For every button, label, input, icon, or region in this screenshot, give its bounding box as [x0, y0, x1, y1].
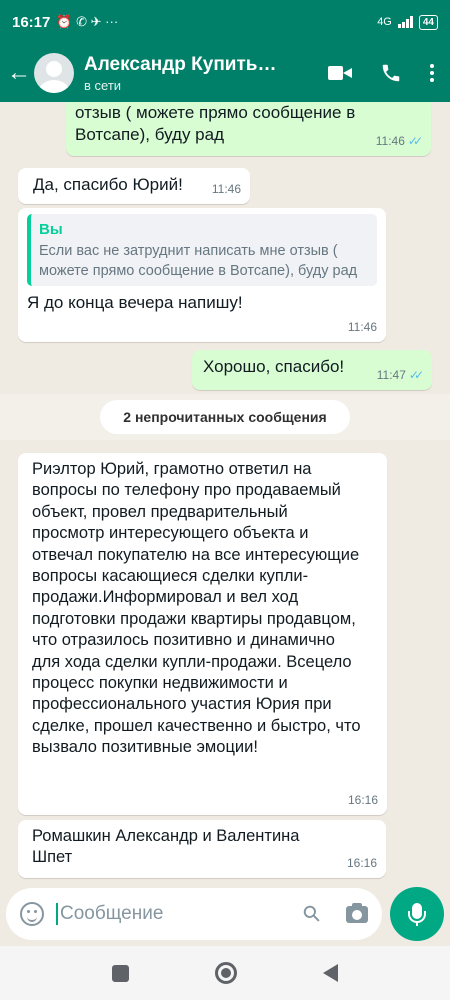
camera-icon[interactable]: [346, 902, 368, 923]
chat-header: ← Александр Купить… в сети: [0, 44, 450, 102]
voice-message-button[interactable]: [390, 887, 444, 941]
presence-status: в сети: [84, 77, 122, 93]
signal-icon: [397, 16, 413, 28]
message-time: 11:46: [347, 320, 377, 334]
unread-divider: 2 непрочитанных сообщения: [100, 400, 350, 434]
message-time: 16:16: [347, 792, 378, 807]
read-ticks-icon: ✓✓: [408, 368, 424, 382]
message-input[interactable]: [56, 903, 276, 925]
message-bubble[interactable]: Вы Если вас не затруднит написать мне от…: [18, 208, 386, 342]
message-text: Ромашкин Александр и Валентина Шпет: [32, 827, 300, 866]
recent-apps-icon[interactable]: [112, 964, 129, 982]
battery-icon: 44: [418, 14, 438, 30]
paperclip-icon[interactable]: ⚲: [297, 899, 327, 929]
message-bubble[interactable]: Да, спасибо Юрий! 11:46: [18, 168, 250, 204]
quoted-message[interactable]: Вы Если вас не затруднит написать мне от…: [27, 214, 377, 286]
quote-author: Вы: [39, 221, 63, 238]
phone-call-icon[interactable]: [380, 62, 402, 84]
network-type: 4G: [377, 16, 392, 28]
message-text: Я до конца вечера напишу!: [27, 293, 243, 312]
message-text: Да, спасибо Юрий!: [33, 175, 183, 194]
message-time: 16:16: [346, 856, 377, 870]
back-triangle-icon[interactable]: [323, 964, 338, 982]
emoji-icon[interactable]: [20, 902, 44, 926]
home-icon[interactable]: [215, 962, 237, 984]
message-time: 11:46: [211, 182, 241, 196]
back-arrow-icon[interactable]: ←: [4, 59, 34, 87]
status-bar: 16:17 ⏰ ✆ ✈ ··· 4G 44: [0, 0, 450, 44]
contact-name[interactable]: Александр Купить…: [84, 54, 299, 76]
message-time: 11:46: [375, 134, 405, 148]
chat-area[interactable]: отзыв ( можете прямо сообщение в Вотсапе…: [0, 102, 450, 882]
status-right: 4G 44: [377, 14, 438, 30]
message-text: Риэлтор Юрий, грамотно ответил на вопрос…: [32, 460, 361, 757]
video-call-icon[interactable]: [328, 65, 352, 81]
avatar[interactable]: [34, 53, 74, 93]
message-bubble[interactable]: Ромашкин Александр и Валентина Шпет 16:1…: [18, 820, 386, 878]
contact-info[interactable]: Александр Купить… в сети: [84, 54, 299, 93]
microphone-icon: [408, 903, 426, 926]
message-text: отзыв ( можете прямо сообщение в Вотсапе…: [75, 103, 356, 144]
message-bubble[interactable]: отзыв ( можете прямо сообщение в Вотсапе…: [66, 102, 431, 156]
quote-text: Если вас не затруднит написать мне отзыв…: [39, 243, 358, 279]
more-options-icon[interactable]: [430, 64, 434, 82]
read-ticks-icon: ✓✓: [407, 134, 423, 148]
message-time: 11:47: [376, 368, 406, 382]
system-navigation-bar: [0, 946, 450, 1000]
message-bubble[interactable]: Риэлтор Юрий, грамотно ответил на вопрос…: [18, 453, 387, 815]
notification-icons: ⏰ ✆ ✈ ···: [56, 14, 119, 29]
message-bubble[interactable]: Хорошо, спасибо! 11:47 ✓✓: [192, 350, 432, 390]
status-time: 16:17: [12, 13, 51, 31]
message-composer: ⚲: [6, 888, 382, 940]
